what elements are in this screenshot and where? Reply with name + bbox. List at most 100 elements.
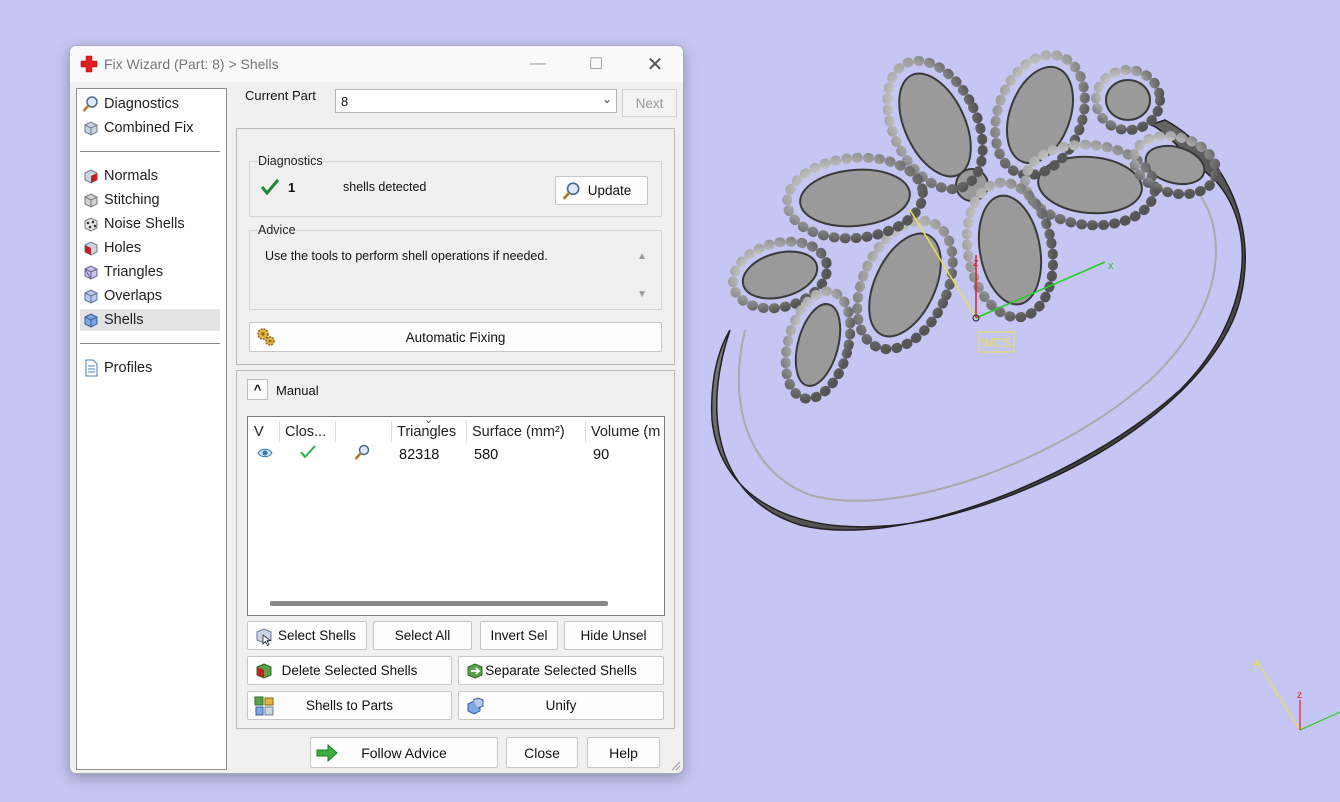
cube-icon	[84, 121, 98, 136]
right-arrow-icon	[316, 743, 338, 762]
mini-y-label: y	[1253, 659, 1258, 670]
automatic-fixing-button[interactable]: Automatic Fixing	[249, 322, 662, 352]
nav-item-label: Overlaps	[104, 288, 163, 304]
select-shells-button[interactable]: Select Shells	[247, 621, 367, 650]
document-icon	[85, 359, 98, 377]
follow-advice-button[interactable]: Follow Advice	[310, 737, 498, 768]
column-header-inspect[interactable]	[335, 422, 391, 444]
diagnostics-message: shells detected	[343, 180, 427, 194]
mini-axes-indicator: y z	[1253, 659, 1340, 731]
magnifier-icon	[562, 181, 580, 200]
nav-item-label: Normals	[104, 168, 158, 184]
shells-to-parts-icon	[254, 696, 274, 715]
title-bar[interactable]: Fix Wizard (Part: 8) > Shells — ☐ ✕	[70, 46, 683, 82]
update-label: Update	[587, 183, 632, 198]
next-button[interactable]: Next	[622, 89, 677, 117]
nav-item-label: Noise Shells	[104, 216, 185, 232]
stitching-cube-icon	[84, 193, 98, 208]
wizard-nav-panel: Diagnostics Combined Fix Normals Stitchi…	[76, 88, 227, 770]
minimize-button[interactable]: —	[515, 46, 561, 82]
check-icon	[300, 445, 316, 459]
separate-cube-icon	[467, 662, 483, 679]
column-header-visible[interactable]: V	[248, 422, 279, 444]
select-cube-icon	[256, 627, 272, 646]
unify-button[interactable]: Unify	[458, 691, 664, 720]
manual-panel: ^ Manual V Clos... Triangles ⌄ Surface (…	[236, 370, 675, 729]
nav-item-holes[interactable]: Holes	[80, 237, 220, 259]
select-all-button[interactable]: Select All	[373, 621, 472, 650]
manual-title: Manual	[276, 383, 319, 398]
nav-divider	[80, 151, 220, 152]
current-part-dropdown[interactable]: 8 ⌄	[335, 89, 617, 113]
nav-item-stitching[interactable]: Stitching	[80, 189, 220, 211]
nav-item-noise-shells[interactable]: Noise Shells	[80, 213, 220, 235]
mini-z-label: z	[1297, 690, 1302, 701]
nav-item-shells[interactable]: Shells	[80, 309, 220, 331]
horizontal-scrollbar[interactable]	[270, 601, 608, 606]
x-axis-label: x	[1108, 260, 1114, 272]
shells-table[interactable]: V Clos... Triangles ⌄ Surface (mm²) Volu…	[247, 416, 665, 616]
scroll-down-arrow[interactable]: ▼	[637, 289, 647, 300]
column-header-volume[interactable]: Volume (m	[585, 422, 664, 444]
wcs-label: WCS	[981, 335, 1012, 350]
shells-cube-icon	[84, 313, 98, 328]
automatic-fixing-label: Automatic Fixing	[405, 329, 506, 345]
check-icon	[260, 179, 280, 196]
normals-cube-icon	[84, 169, 98, 184]
nav-item-overlaps[interactable]: Overlaps	[80, 285, 220, 307]
sort-indicator: ⌄	[424, 416, 434, 426]
nav-item-label: Profiles	[104, 360, 153, 376]
nav-item-combined-fix[interactable]: Combined Fix	[80, 117, 220, 139]
triangles-cube-icon	[84, 265, 98, 280]
column-header-closed[interactable]: Clos...	[279, 422, 335, 444]
overlaps-cube-icon	[84, 289, 98, 304]
collapse-manual-button[interactable]: ^	[247, 379, 268, 400]
close-window-button[interactable]: ✕	[632, 46, 678, 82]
diagnostics-panel: Diagnostics 1 shells detected Update Adv…	[236, 128, 675, 365]
column-header-surface[interactable]: Surface (mm²)	[466, 422, 585, 444]
current-part-label: Current Part	[245, 88, 316, 103]
chevron-down-icon: ⌄	[601, 92, 612, 106]
delete-cube-icon	[256, 662, 272, 679]
hide-unselected-button[interactable]: Hide Unsel	[564, 621, 663, 650]
resize-grip-icon[interactable]	[669, 759, 681, 771]
advice-title: Advice	[258, 223, 296, 237]
nav-item-label: Combined Fix	[104, 120, 194, 136]
nav-divider	[80, 343, 220, 344]
diagnostics-title: Diagnostics	[258, 154, 323, 168]
nav-item-label: Stitching	[104, 192, 160, 208]
current-part-value: 8	[341, 94, 349, 109]
help-button[interactable]: Help	[587, 737, 660, 768]
update-button[interactable]: Update	[555, 176, 648, 205]
advice-text: Use the tools to perform shell operation…	[265, 249, 548, 263]
fix-wizard-window: Fix Wizard (Part: 8) > Shells — ☐ ✕ Diag…	[69, 45, 684, 774]
shell-count: 1	[288, 180, 296, 195]
gears-icon	[257, 328, 275, 346]
maximize-button[interactable]: ☐	[573, 46, 619, 82]
unify-cube-icon	[467, 696, 484, 715]
nav-item-diagnostics[interactable]: Diagnostics	[80, 93, 220, 115]
red-cross-icon	[80, 55, 98, 73]
nav-item-triangles[interactable]: Triangles	[80, 261, 220, 283]
shells-to-parts-button[interactable]: Shells to Parts	[247, 691, 452, 720]
eye-icon[interactable]	[257, 447, 273, 459]
magnifier-icon[interactable]	[353, 444, 371, 462]
nav-item-label: Holes	[104, 240, 142, 256]
nav-item-profiles[interactable]: Profiles	[80, 357, 220, 379]
diagnostics-group: Diagnostics 1 shells detected Update	[249, 154, 662, 217]
cell-triangles: 82318	[399, 447, 440, 463]
window-title: Fix Wizard (Part: 8) > Shells	[104, 56, 279, 72]
shells-to-parts-label: Shells to Parts	[305, 698, 394, 713]
invert-selection-button[interactable]: Invert Sel	[480, 621, 558, 650]
scroll-up-arrow[interactable]: ▲	[637, 251, 647, 262]
delete-selected-shells-button[interactable]: Delete Selected Shells	[247, 656, 452, 685]
select-shells-label: Select Shells	[277, 628, 357, 643]
nav-item-label: Diagnostics	[104, 96, 179, 112]
separate-selected-shells-label: Separate Selected Shells	[485, 663, 637, 678]
noise-shells-icon	[84, 217, 98, 232]
z-axis-label: z	[973, 257, 979, 269]
ring-model[interactable]	[710, 42, 1246, 531]
nav-item-normals[interactable]: Normals	[80, 165, 220, 187]
separate-selected-shells-button[interactable]: Separate Selected Shells	[458, 656, 664, 685]
close-button[interactable]: Close	[506, 737, 578, 768]
